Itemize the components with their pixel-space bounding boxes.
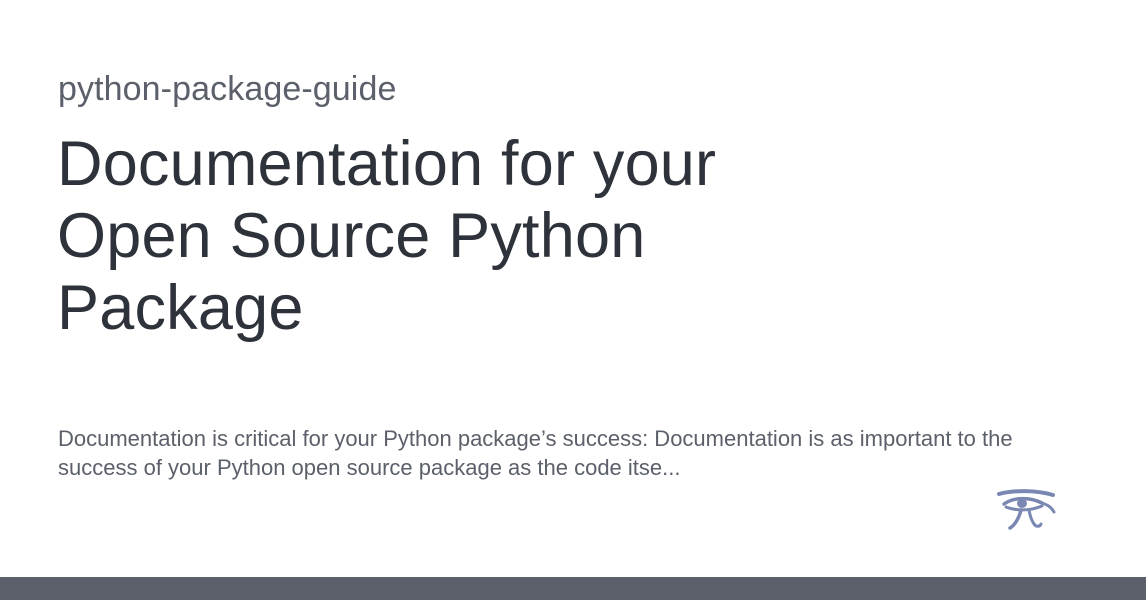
bottom-accent-bar [0, 577, 1146, 600]
page-title: Documentation for your Open Source Pytho… [57, 129, 717, 343]
eye-of-horus-icon [997, 489, 1056, 530]
site-name: python-package-guide [58, 70, 397, 108]
page-description: Documentation is critical for your Pytho… [58, 426, 1013, 480]
social-preview-card: python-package-guide Documentation for y… [0, 0, 1146, 600]
